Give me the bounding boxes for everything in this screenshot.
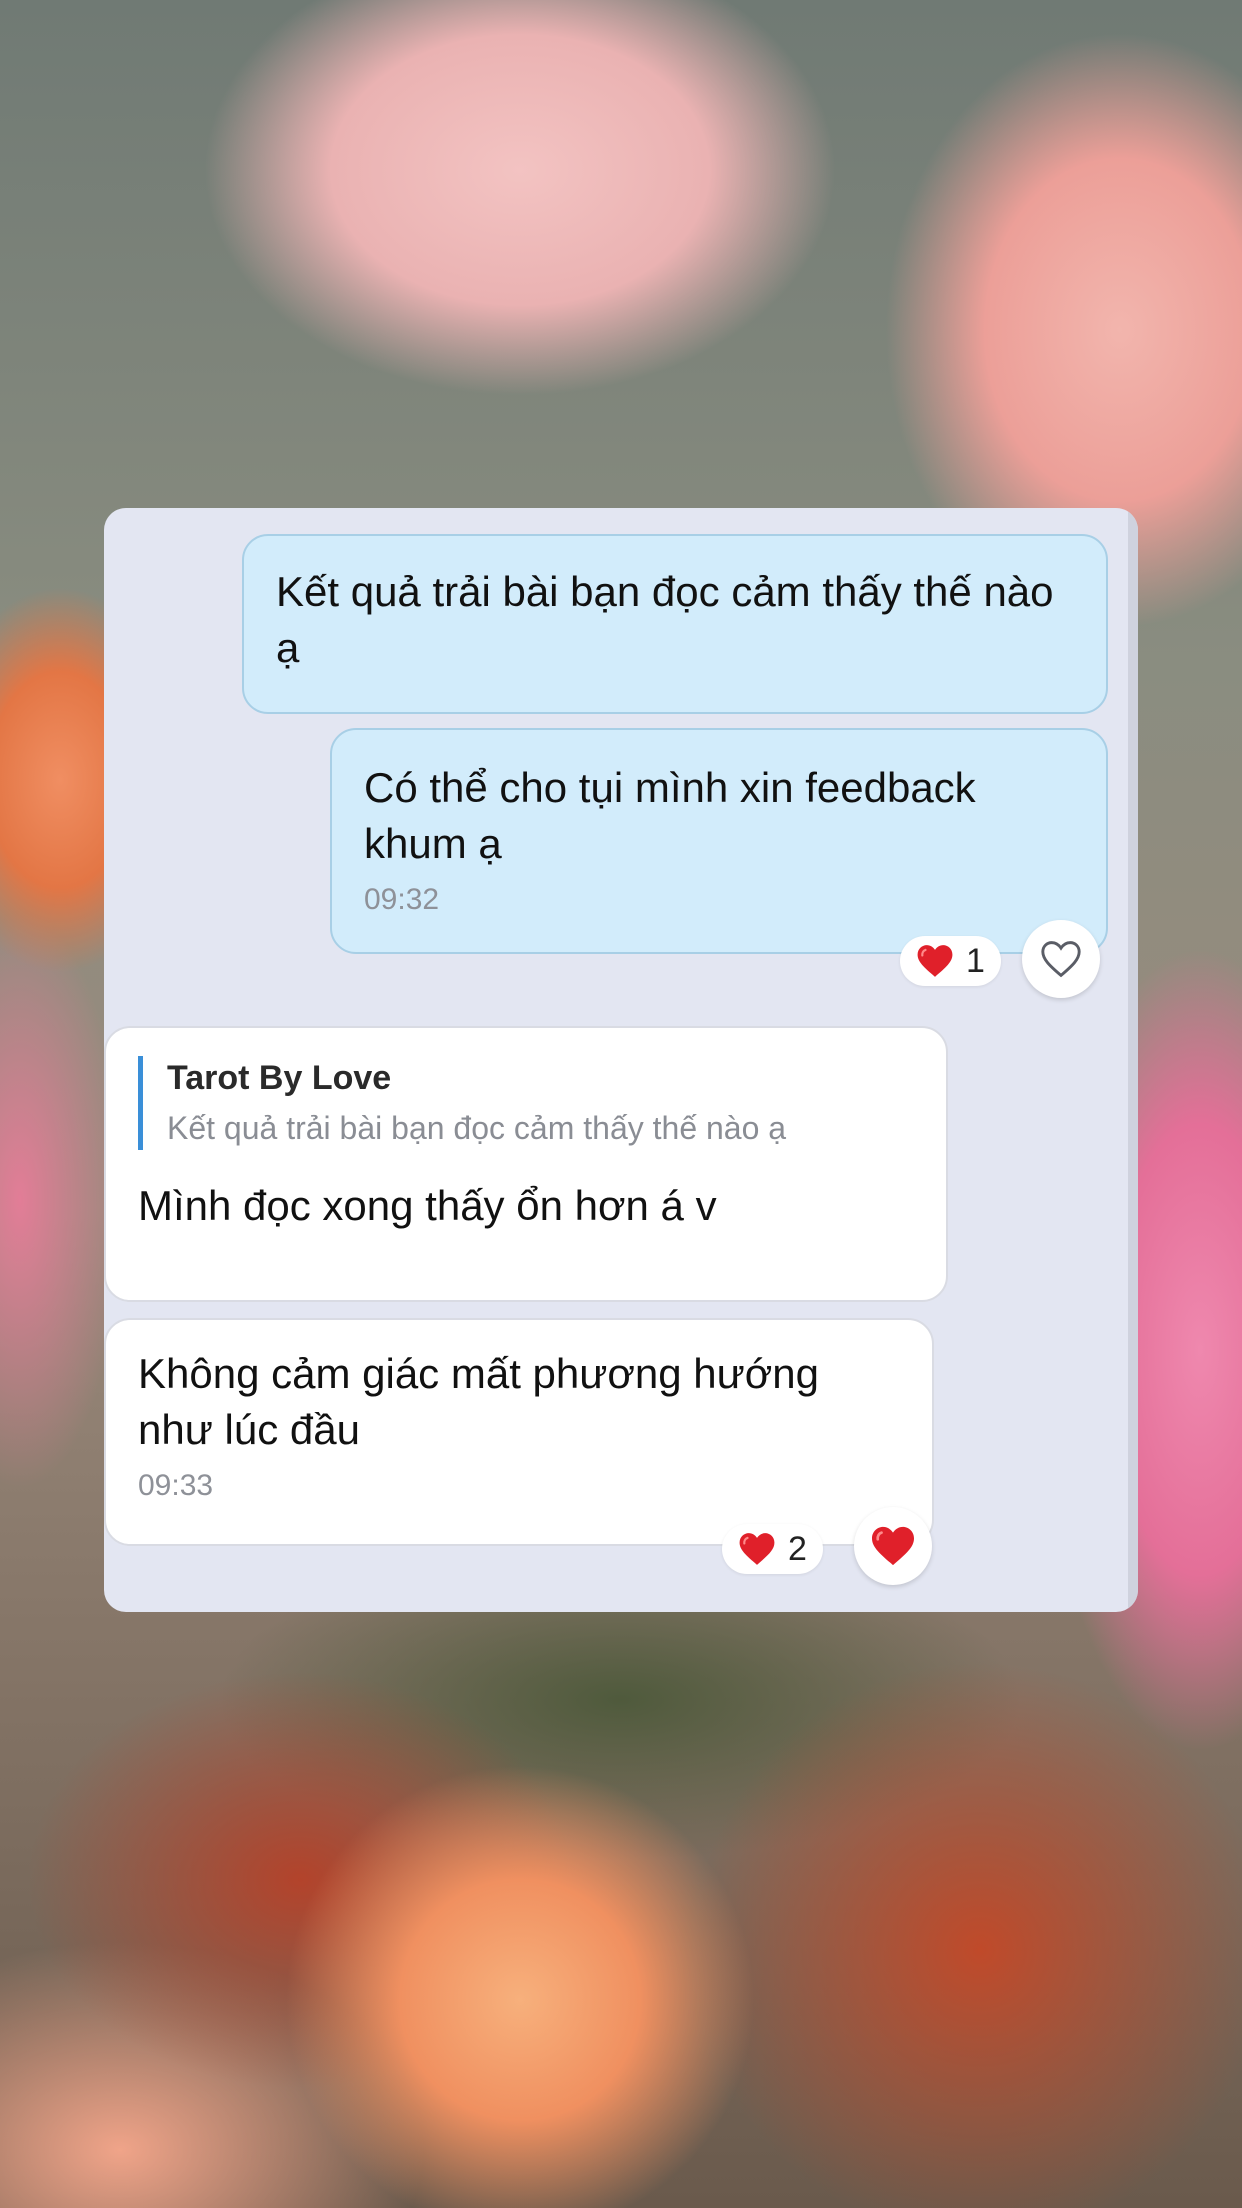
scroll-edge — [1128, 508, 1138, 1612]
red-heart-icon — [739, 1533, 775, 1565]
chat-screenshot-card: Kết quả trải bài bạn đọc cảm thấy thế nà… — [104, 508, 1138, 1612]
message-text: Mình đọc xong thấy ổn hơn á v — [138, 1182, 717, 1229]
heart-outline-icon — [1041, 941, 1081, 978]
reaction-count: 2 — [788, 1529, 807, 1568]
react-button[interactable] — [854, 1507, 932, 1585]
message-time: 09:33 — [138, 1469, 214, 1502]
quoted-message-text: Kết quả trải bài bạn đọc cảm thấy thế nà… — [167, 1110, 787, 1146]
incoming-message[interactable]: Không cảm giác mất phương hướng như lúc … — [104, 1318, 934, 1546]
quoted-sender-name: Tarot By Love — [167, 1059, 392, 1097]
outgoing-message[interactable]: Có thể cho tụi mình xin feedback khum ạ … — [330, 728, 1108, 954]
message-time: 09:32 — [364, 883, 440, 916]
reaction-badge[interactable]: 1 — [900, 936, 1001, 986]
react-button[interactable] — [1022, 920, 1100, 998]
reaction-badge[interactable]: 2 — [722, 1524, 823, 1574]
message-text: Kết quả trải bài bạn đọc cảm thấy thế nà… — [276, 568, 1054, 671]
quoted-message[interactable]: Tarot By Love Kết quả trải bài bạn đọc c… — [138, 1056, 914, 1150]
outgoing-message[interactable]: Kết quả trải bài bạn đọc cảm thấy thế nà… — [242, 534, 1108, 714]
red-heart-icon — [872, 1526, 914, 1566]
message-text: Không cảm giác mất phương hướng như lúc … — [138, 1350, 820, 1453]
incoming-reply-message[interactable]: Tarot By Love Kết quả trải bài bạn đọc c… — [104, 1026, 948, 1302]
message-text: Có thể cho tụi mình xin feedback khum ạ — [364, 764, 976, 867]
red-heart-icon — [917, 945, 953, 977]
reaction-count: 1 — [966, 941, 985, 980]
